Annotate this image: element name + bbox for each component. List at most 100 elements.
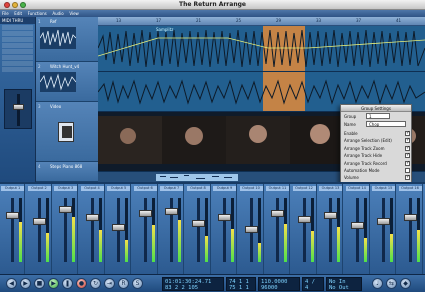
audio-region-lane[interactable]: Samplitz <box>98 26 425 71</box>
play-button[interactable]: ▶ <box>48 278 59 289</box>
channel-name: Output 5 <box>107 186 130 191</box>
volume-fader[interactable] <box>297 216 311 223</box>
ruler-mark: 33 <box>316 18 322 23</box>
autodrop-button[interactable]: ⇥ <box>104 278 115 289</box>
group-option-label: Arrange Selection (Edit) <box>344 138 392 144</box>
group-option-checkbox[interactable] <box>405 152 410 159</box>
volume-fader[interactable] <box>218 214 231 221</box>
channel-strip: Output 13 <box>318 184 343 276</box>
position-display[interactable]: 01:01:30:24.71 83 2 2 105 <box>162 277 224 291</box>
fader-track <box>17 94 20 126</box>
channel-strip: Output 1 <box>0 184 25 276</box>
stop-button[interactable]: ■ <box>34 278 45 289</box>
sync-button[interactable]: ⇆ <box>386 278 397 289</box>
inspector-param[interactable] <box>2 61 33 66</box>
midi-out-status: No Out <box>329 285 349 291</box>
rewind-button[interactable]: ◀ <box>6 278 17 289</box>
volume-fader[interactable] <box>350 222 364 229</box>
group-option-checkbox[interactable] <box>405 130 410 136</box>
volume-fader[interactable] <box>138 210 152 217</box>
group-option-row[interactable]: Arrange Track Record <box>344 160 410 167</box>
group-option-checkbox[interactable] <box>405 137 410 144</box>
track-header[interactable]: 2 Witch Hunt_v4 <box>36 62 98 102</box>
inspector-param[interactable] <box>2 37 33 42</box>
group-option-row[interactable]: Volume <box>344 174 410 181</box>
inspector-panel: MIDI THRU <box>0 17 36 182</box>
menu-file[interactable]: File <box>0 10 11 17</box>
inspector-param[interactable] <box>2 67 33 72</box>
level-meter <box>151 198 155 262</box>
group-select[interactable]: 1 <box>366 113 390 119</box>
region-name: Samplitz <box>156 27 174 32</box>
volume-fader[interactable] <box>244 226 258 233</box>
track-header[interactable]: 3 Video <box>36 102 98 162</box>
volume-fader[interactable] <box>112 224 125 231</box>
channel-strip: Output 14 <box>345 184 370 276</box>
channel-name: Output 14 <box>345 186 369 191</box>
group-option-row[interactable]: Arrange Selection (Edit) <box>344 137 410 144</box>
group-option-row[interactable]: Automation Mode <box>344 168 410 174</box>
channel-name: Output 9 <box>213 186 236 191</box>
bar-ruler[interactable]: 13 17 21 25 29 33 37 41 <box>98 17 425 26</box>
menu-edit[interactable]: Edit <box>12 10 24 17</box>
track-list: 1 Ref 2 Witch Hunt_v4 3 Video 4 Steps Pi… <box>36 17 98 182</box>
menu-audio[interactable]: Audio <box>50 10 65 17</box>
volume-fader[interactable] <box>191 220 205 227</box>
group-option-row[interactable]: Arrange Track Hide <box>344 152 410 159</box>
group-option-checkbox[interactable] <box>405 160 410 166</box>
fader-cap[interactable] <box>13 104 24 110</box>
channel-strip: Output 5 <box>106 184 131 276</box>
volume-fader[interactable] <box>32 218 46 225</box>
metronome-button[interactable]: ♩ <box>372 278 383 289</box>
pause-button[interactable]: ❚ <box>62 278 73 289</box>
inspector-param[interactable] <box>2 43 33 48</box>
track-header[interactable]: 1 Ref <box>36 17 98 62</box>
solo-button[interactable]: S <box>132 278 143 289</box>
volume-fader[interactable] <box>324 212 337 219</box>
channel-name: Output 1 <box>1 186 24 191</box>
track-number: 2 <box>38 64 41 69</box>
volume-fader[interactable] <box>59 206 72 213</box>
volume-fader[interactable] <box>403 214 417 221</box>
forward-button[interactable]: ▶ <box>20 278 31 289</box>
track-header[interactable]: 4 Steps Piano 868 <box>36 162 98 182</box>
tempo-display[interactable]: 110.0000 96000 <box>258 277 300 291</box>
inspector-param[interactable] <box>2 49 33 54</box>
channel-strip: Output 11 <box>265 184 290 276</box>
ruler-mark: 29 <box>276 18 282 23</box>
volume-fader[interactable] <box>377 218 390 225</box>
track-number: 3 <box>38 104 41 109</box>
group-name-input[interactable]: Chop <box>366 121 406 127</box>
locator-display[interactable]: 74 1 1 75 1 1 <box>226 277 256 291</box>
volume-fader[interactable] <box>6 212 19 219</box>
record-button[interactable]: ● <box>76 278 87 289</box>
group-option-label: Arrange Track Zoom <box>344 145 385 151</box>
meter-display[interactable]: 4 / 4 <box>302 277 324 291</box>
level-meter <box>204 198 208 262</box>
menu-view[interactable]: View <box>67 10 81 17</box>
group-option-checkbox[interactable] <box>405 145 410 151</box>
fader-track <box>223 198 226 262</box>
right-locator: 75 1 1 <box>229 285 249 291</box>
group-option-row[interactable]: Enable <box>344 130 410 137</box>
menu-functions[interactable]: Functions <box>26 10 49 17</box>
cycle-button[interactable]: ↻ <box>90 278 101 289</box>
volume-fader[interactable] <box>271 210 284 217</box>
channel-strip: Output 8 <box>186 184 211 276</box>
inspector-param[interactable] <box>2 55 33 60</box>
group-option-checkbox[interactable] <box>405 168 410 173</box>
channel-name: Output 12 <box>292 186 316 191</box>
fader-track <box>382 198 385 262</box>
inspector-param[interactable] <box>2 31 33 36</box>
inspector-param[interactable] <box>2 25 33 30</box>
group-option-row[interactable]: Arrange Track Zoom <box>344 145 410 152</box>
volume-fader[interactable] <box>165 208 178 215</box>
punch-button[interactable]: ◆ <box>400 278 411 289</box>
level-meter <box>284 198 287 262</box>
channel-strip: Output 12 <box>292 184 317 276</box>
replace-button[interactable]: R <box>118 278 129 289</box>
volume-fader[interactable] <box>85 214 99 221</box>
channel-name: Output 4 <box>80 186 104 191</box>
group-option-checkbox[interactable] <box>405 174 410 181</box>
level-meter <box>19 198 22 262</box>
